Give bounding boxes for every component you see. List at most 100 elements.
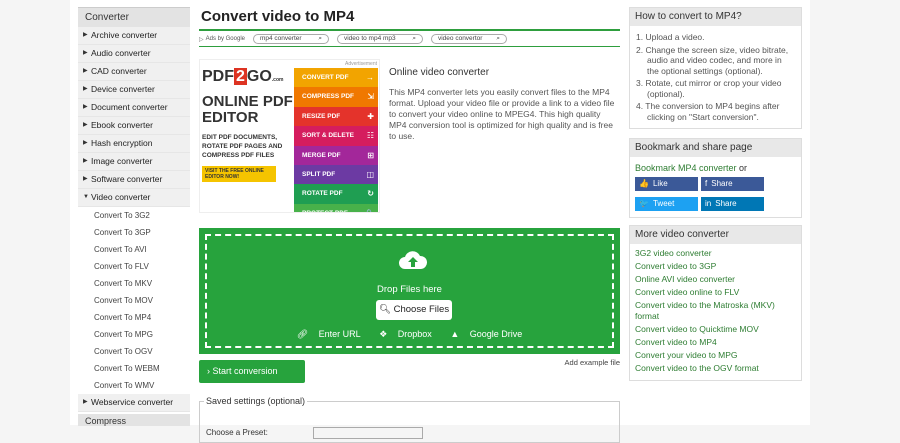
chevron-right-icon: › [207,366,210,376]
cloud-upload-icon [399,251,428,269]
sidebar-item-hash-encryption[interactable]: ▶ Hash encryption [78,135,190,153]
sidebar-subitem-convert-to-3gp[interactable]: Convert To 3GP [78,224,190,241]
bookmark-link[interactable]: Bookmark MP4 converter [635,163,737,173]
sidebar-item-archive-converter[interactable]: ▶ Archive converter [78,27,190,45]
search-icon: ⌕ [412,35,416,42]
ad-button-resize-pdf[interactable]: RESIZE PDF ✚ [294,106,378,127]
more-converter-link[interactable]: Convert your video to MPG [635,350,796,361]
ad-tool-icon: ⊞ [367,150,374,160]
sidebar-item-image-converter[interactable]: ▶ Image converter [78,153,190,171]
sidebar-subitem-convert-to-avi[interactable]: Convert To AVI [78,241,190,258]
more-converter-link[interactable]: Convert video to the OGV format [635,363,796,374]
social-share-button[interactable]: f Share [701,177,764,191]
left-sidebar: Converter ▶ Archive converter ▶ Audio conve… [78,7,190,412]
link-icon: 🔗︎ [296,329,309,339]
main-content: Convert video to MP4 ▷ Ads by Google mp4… [199,7,620,443]
ad-button-sort-delete[interactable]: SORT & DELETE ☷ [294,126,378,146]
more-converter-link[interactable]: Convert video to 3GP [635,261,796,272]
social-like-button[interactable]: 👍 Like [635,177,698,191]
file-drop-zone[interactable]: Drop Files here 🔍︎ Choose Files 🔗︎ Enter… [199,228,620,354]
sidebar-item-device-converter[interactable]: ▶ Device converter [78,81,190,99]
social-icon: f [705,179,708,188]
search-icon: ⌕ [318,35,322,42]
ad-button-compress-pdf[interactable]: COMPRESS PDF ⇲ [294,87,378,107]
ad-cta[interactable]: VISIT THE FREE ONLINE EDITOR NOW! [202,166,276,182]
page-title: Convert video to MP4 [201,8,355,25]
sidebar-subitem-convert-to-mp4[interactable]: Convert To MP4 [78,309,190,326]
howto-step: 3. Rotate, cut mirror or crop your video… [636,78,782,99]
more-converters-list: 3G2 video converter Convert video to 3GP O… [630,244,801,380]
more-converter-link[interactable]: Convert video to MP4 [635,337,796,348]
sidebar-item-software-converter[interactable]: ▶ Software converter [78,171,190,189]
chevron-right-icon: ▶ [83,68,88,74]
ads-by-google-label: Ads by Google [205,36,245,42]
sidebar-subitem-convert-to-webm[interactable]: Convert To WEBM [78,360,190,377]
pdf2go-advertisement[interactable]: Advertisement PDF 2 GO.com ONLINE PDF EDIT… [199,59,380,213]
more-converter-link[interactable]: Online AVI video converter [635,274,796,285]
ad-button-protect-pdf[interactable]: PROTECT PDF🔒 [294,203,378,212]
sidebar-subitem-convert-to-mpg[interactable]: Convert To MPG [78,326,190,343]
ads-divider [199,46,620,47]
social-icon: in [705,199,712,208]
sidebar-subitem-convert-to-wmv[interactable]: Convert To WMV [78,377,190,394]
ads-info-icon: ▷ [199,36,204,43]
ad-button-convert-pdf[interactable]: CONVERT PDF → [294,68,378,88]
ad-button-rotate-pdf[interactable]: ROTATE PDF ↻ [294,184,378,204]
google-drive-icon: ▲ [450,329,460,339]
social-tweet-button[interactable]: 🐦 Tweet [635,197,698,211]
sidebar-header-converter: Converter [78,7,190,27]
sidebar-item-audio-converter[interactable]: ▶ Audio converter [78,45,190,63]
choose-files-button[interactable]: 🔍︎ Choose Files [376,300,452,320]
title-divider [199,29,620,31]
ad-tool-icon: 🔒 [364,204,374,212]
dropbox-link[interactable]: ❖ Dropbox [375,329,436,339]
chevron-right-icon: ▶ [83,140,88,146]
google-drive-link[interactable]: ▲ Google Drive [446,329,526,339]
more-converter-link[interactable]: Convert video online to FLV [635,287,796,298]
sidebar-subitem-convert-to-mov[interactable]: Convert To MOV [78,292,190,309]
more-converter-link[interactable]: 3G2 video converter [635,248,796,259]
bookmark-title: Bookmark and share page [630,139,801,157]
social-icon: 🐦 [639,199,649,208]
bookmark-line: Bookmark MP4 converter or [635,163,748,173]
sidebar-item-cad-converter[interactable]: ▶ CAD converter [78,63,190,81]
sidebar-item-ebook-converter[interactable]: ▶ Ebook converter [78,117,190,135]
ad-link-pill[interactable]: mp4 converter ⌕ [252,34,329,44]
search-icon: 🔍︎ [378,304,391,315]
ad-tool-buttons: CONVERT PDF → COMPRESS PDF ⇲ RESIZE PDF ✚ SORT… [294,68,378,212]
sidebar-item-document-converter[interactable]: ▶ Document converter [78,99,190,117]
ad-button-split-pdf[interactable]: SPLIT PDF ◫ [294,164,378,185]
ad-button-merge-pdf[interactable]: MERGE PDF ⊞ [294,145,378,165]
drop-zone-border: Drop Files here 🔍︎ Choose Files 🔗︎ Enter… [205,234,614,348]
more-converter-link[interactable]: Convert video to Quicktime MOV [635,324,796,335]
enter-url-link[interactable]: 🔗︎ Enter URL [293,329,365,339]
description-title: Online video converter [389,67,490,78]
upload-source-links: 🔗︎ Enter URL ❖ Dropbox ▲ Google Drive [207,329,612,340]
dropbox-icon: ❖ [379,329,388,339]
sidebar-subitem-convert-to-3g2[interactable]: Convert To 3G2 [78,207,190,224]
chevron-right-icon: ▶ [83,399,88,405]
more-converters-title: More video converter [630,226,801,244]
ad-link-pill[interactable]: video to mp4 mp3 ⌕ [336,34,423,44]
sidebar-subitem-convert-to-ogv[interactable]: Convert To OGV [78,343,190,360]
sidebar-item-video-converter[interactable]: ▼ Video converter [78,189,190,207]
saved-settings-legend: Saved settings (optional) [204,396,308,406]
ad-tool-icon: ✚ [367,111,374,121]
add-example-file-link[interactable]: Add example file [565,358,620,367]
social-share-button[interactable]: in Share [701,197,764,211]
chevron-right-icon: ▶ [83,158,88,164]
search-icon: ⌕ [496,35,500,42]
bookmark-box: Bookmark and share page Bookmark MP4 con… [629,138,802,218]
sidebar-item-webservice-converter[interactable]: ▶ Webservice converter [78,394,190,412]
ad-link-pill[interactable]: video convertor ⌕ [430,34,507,44]
ad-subtext: EDIT PDF DOCUMENTS, ROTATE PDF PAGES AND… [202,134,283,159]
preset-select[interactable] [313,427,423,439]
more-converter-link[interactable]: Convert video to the Matroska (MKV) form… [635,300,796,322]
start-conversion-button[interactable]: › Start conversion [199,360,305,383]
chevron-right-icon: ▶ [83,122,88,128]
chevron-down-icon: ▼ [83,194,89,200]
ad-tool-icon: ↻ [367,189,374,199]
chevron-right-icon: ▶ [83,86,88,92]
sidebar-subitem-convert-to-mkv[interactable]: Convert To MKV [78,275,190,292]
sidebar-subitem-convert-to-flv[interactable]: Convert To FLV [78,258,190,275]
